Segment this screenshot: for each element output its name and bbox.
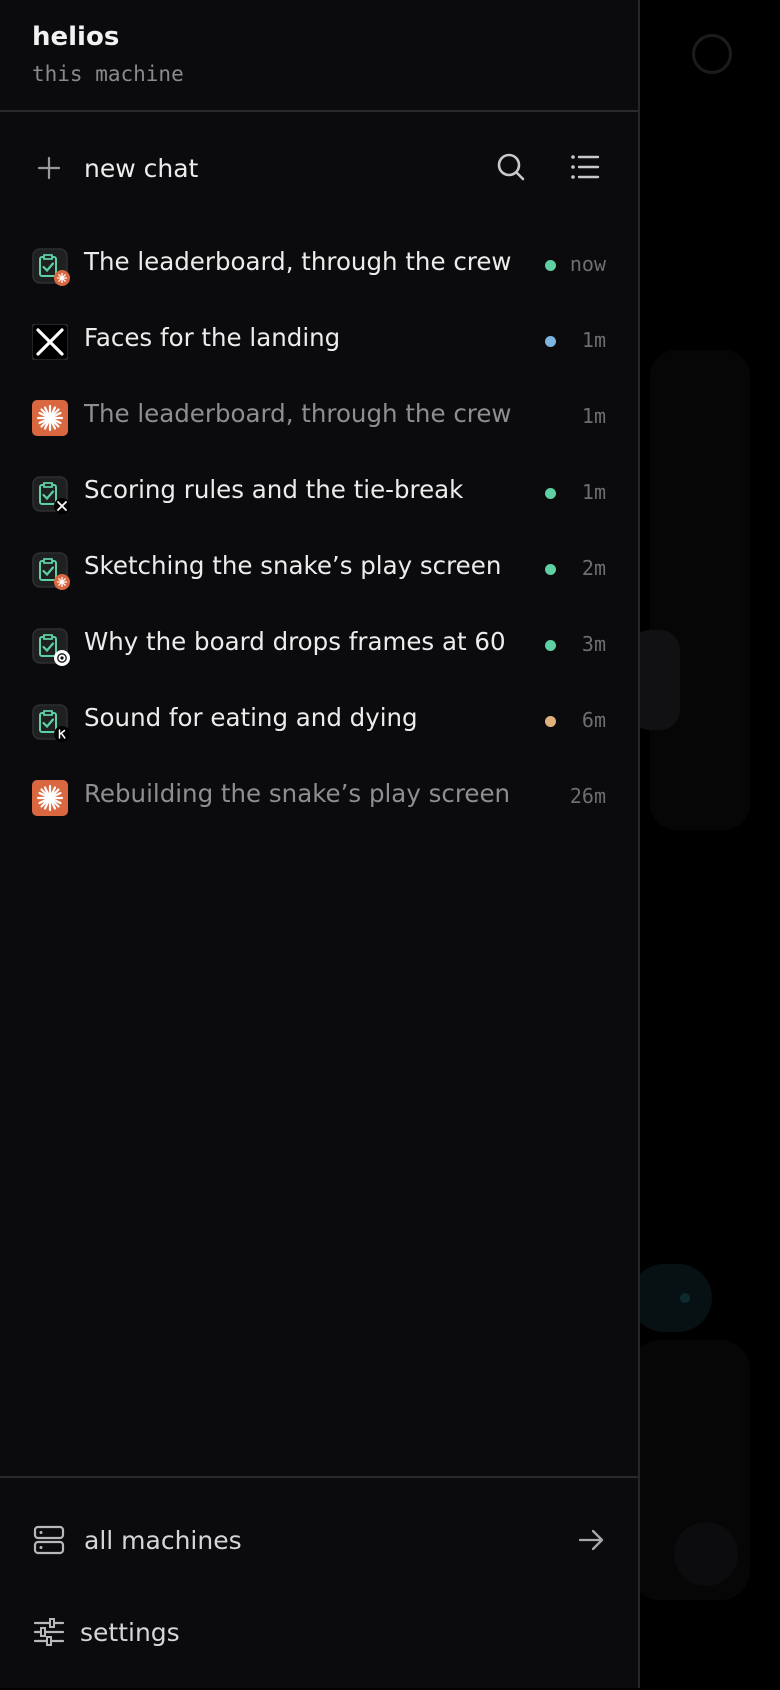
chat-title: Sound for eating and dying — [84, 703, 418, 732]
claude-badge-icon — [54, 270, 70, 286]
k-badge-icon — [54, 726, 70, 742]
background-card — [650, 350, 750, 830]
chat-title: Sketching the snake’s play screen — [84, 551, 502, 580]
status-dot — [545, 640, 556, 651]
chat-list-item[interactable]: The leaderboard, through the crew now — [0, 227, 638, 303]
settings-button[interactable]: settings — [32, 1612, 180, 1652]
crew-icon — [32, 248, 70, 286]
crew-icon — [32, 552, 70, 590]
x-badge-icon — [54, 498, 70, 514]
chat-timestamp: 2m — [581, 556, 606, 580]
status-dot — [545, 716, 556, 727]
x-icon — [31, 323, 69, 361]
chat-title: Scoring rules and the tie-break — [84, 475, 464, 504]
drawer-footer — [0, 1476, 638, 1690]
all-machines-label: all machines — [84, 1525, 242, 1555]
all-machines-button[interactable]: all machines — [32, 1520, 242, 1560]
chat-list-item[interactable]: Rebuilding the snake’s play screen 26m — [0, 759, 638, 835]
claude-badge-icon — [54, 574, 70, 590]
chat-timestamp: 26m — [569, 784, 606, 808]
claude-icon — [32, 400, 68, 436]
chat-timestamp: 3m — [581, 632, 606, 656]
background-pill — [630, 1264, 712, 1332]
status-dot — [545, 336, 556, 347]
chat-list-item[interactable]: Scoring rules and the tie-break 1m — [0, 455, 638, 531]
openai-badge-icon — [54, 650, 70, 666]
search-icon[interactable] — [494, 150, 528, 184]
chat-list: The leaderboard, through the crew now Face… — [0, 227, 638, 835]
app-title: helios — [32, 22, 120, 52]
drawer-header: helios this machine — [0, 0, 638, 112]
chat-timestamp: 1m — [581, 480, 606, 504]
list-icon[interactable] — [568, 150, 602, 184]
server-icon — [32, 1523, 66, 1557]
settings-label: settings — [80, 1617, 180, 1647]
arrow-right-icon[interactable] — [574, 1523, 608, 1557]
chat-title: Why the board drops frames at 60 — [84, 627, 506, 656]
chat-timestamp: 6m — [581, 708, 606, 732]
chat-timestamp: now — [569, 252, 606, 276]
chat-list-item[interactable]: Sound for eating and dying 6m — [0, 683, 638, 759]
chat-list-item[interactable]: Faces for the landing 1m — [0, 303, 638, 379]
crew-icon — [32, 476, 70, 514]
background-gear-icon — [692, 34, 732, 74]
chat-list-item[interactable]: Sketching the snake’s play screen 2m — [0, 531, 638, 607]
claude-icon — [32, 780, 68, 816]
chat-title: The leaderboard, through the crew — [84, 247, 512, 276]
status-dot — [545, 260, 556, 271]
new-chat-button[interactable]: new chat — [32, 148, 198, 188]
background-round-button — [674, 1522, 738, 1586]
status-dot — [545, 488, 556, 499]
new-chat-label: new chat — [84, 153, 199, 183]
plus-icon — [32, 151, 66, 185]
crew-icon — [32, 704, 70, 742]
chat-title: Rebuilding the snake’s play screen — [84, 779, 511, 808]
chat-timestamp: 1m — [581, 404, 606, 428]
machine-subtitle: this machine — [32, 62, 184, 86]
sliders-icon — [32, 1615, 66, 1649]
chat-list-item[interactable]: Why the board drops frames at 60 3m — [0, 607, 638, 683]
status-dot — [545, 564, 556, 575]
chat-list-item[interactable]: The leaderboard, through the crew 1m — [0, 379, 638, 455]
chat-title: Faces for the landing — [84, 323, 341, 352]
chat-timestamp: 1m — [581, 328, 606, 352]
crew-icon — [32, 628, 70, 666]
sidebar-drawer: helios this machine new chat The leaderb… — [0, 0, 640, 1688]
chat-title: The leaderboard, through the crew — [84, 399, 512, 428]
